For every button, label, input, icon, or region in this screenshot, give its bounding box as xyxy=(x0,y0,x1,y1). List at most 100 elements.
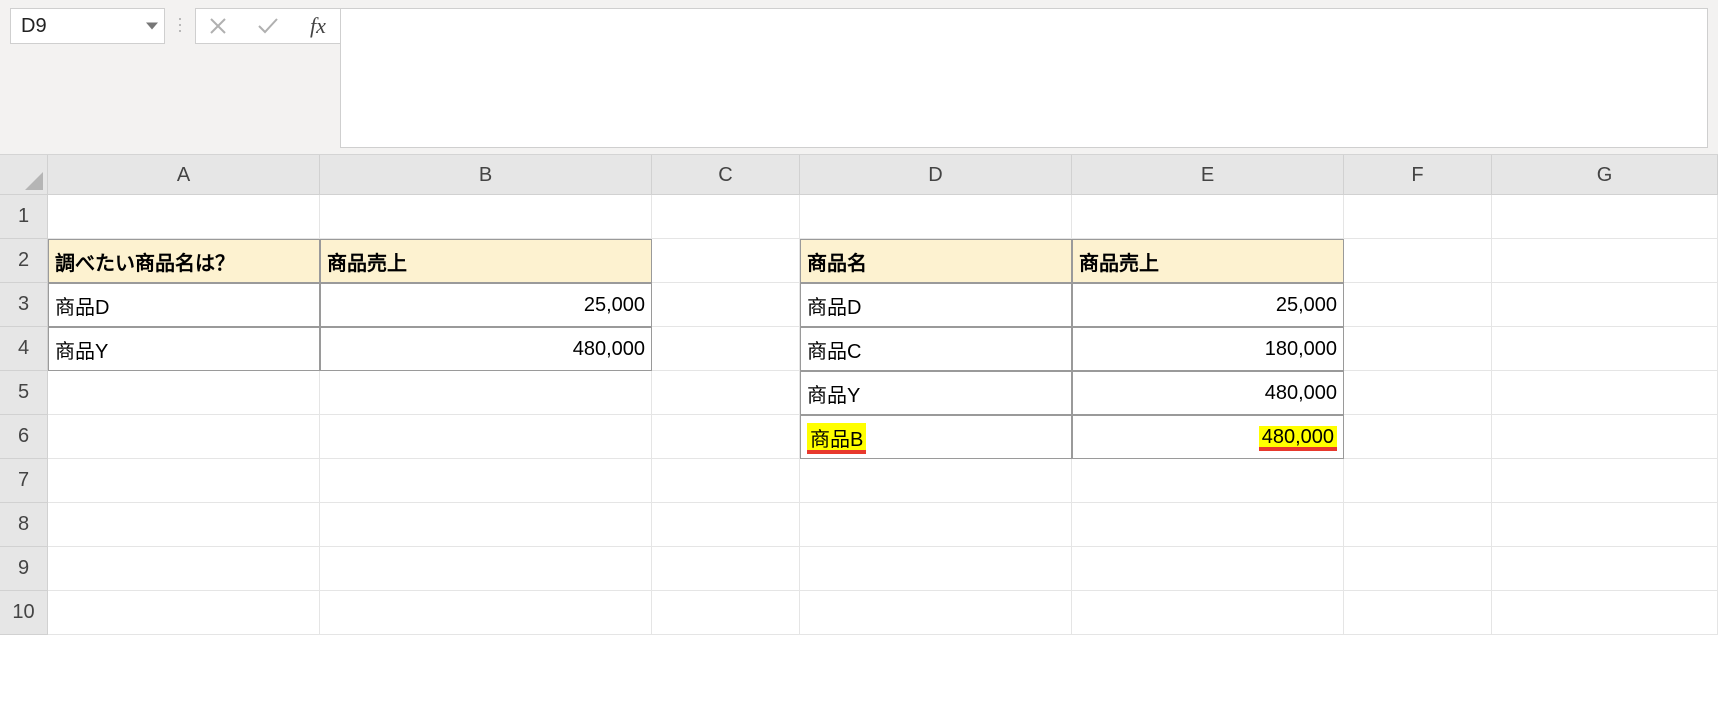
cell-c5[interactable] xyxy=(652,371,800,415)
cell-c6[interactable] xyxy=(652,415,800,459)
row-header-6[interactable]: 6 xyxy=(0,415,48,459)
cell-d5[interactable]: 商品Y xyxy=(800,371,1072,415)
cell-b1[interactable] xyxy=(320,195,652,239)
cell-f3[interactable] xyxy=(1344,283,1492,327)
cell-g4[interactable] xyxy=(1492,327,1718,371)
cell-g1[interactable] xyxy=(1492,195,1718,239)
cell-e8[interactable] xyxy=(1072,503,1344,547)
row-header-4[interactable]: 4 xyxy=(0,327,48,371)
cell-d6[interactable]: 商品B xyxy=(800,415,1072,459)
right-row2-sales: 480,000 xyxy=(1265,382,1337,405)
cell-e1[interactable] xyxy=(1072,195,1344,239)
cell-f8[interactable] xyxy=(1344,503,1492,547)
cell-d4[interactable]: 商品C xyxy=(800,327,1072,371)
cell-c4[interactable] xyxy=(652,327,800,371)
cell-e7[interactable] xyxy=(1072,459,1344,503)
cell-b2[interactable]: 商品売上 xyxy=(320,239,652,283)
cell-f7[interactable] xyxy=(1344,459,1492,503)
cancel-formula-button[interactable] xyxy=(204,12,232,40)
insert-function-button[interactable]: fx xyxy=(304,12,332,40)
cell-f10[interactable] xyxy=(1344,591,1492,635)
cell-g7[interactable] xyxy=(1492,459,1718,503)
cell-e9[interactable] xyxy=(1072,547,1344,591)
row-header-3[interactable]: 3 xyxy=(0,283,48,327)
column-header-b[interactable]: B xyxy=(320,155,652,195)
cell-a10[interactable] xyxy=(48,591,320,635)
column-header-d[interactable]: D xyxy=(800,155,1072,195)
cell-e3[interactable]: 25,000 xyxy=(1072,283,1344,327)
row-header-8[interactable]: 8 xyxy=(0,503,48,547)
cell-a3[interactable]: 商品D xyxy=(48,283,320,327)
cell-g9[interactable] xyxy=(1492,547,1718,591)
row-header-1[interactable]: 1 xyxy=(0,195,48,239)
cell-f4[interactable] xyxy=(1344,327,1492,371)
cell-a8[interactable] xyxy=(48,503,320,547)
cell-d10[interactable] xyxy=(800,591,1072,635)
cell-g2[interactable] xyxy=(1492,239,1718,283)
cell-b9[interactable] xyxy=(320,547,652,591)
cell-b6[interactable] xyxy=(320,415,652,459)
column-header-g[interactable]: G xyxy=(1492,155,1718,195)
cell-b4[interactable]: 480,000 xyxy=(320,327,652,371)
cell-e6[interactable]: 480,000 xyxy=(1072,415,1344,459)
row-header-9[interactable]: 9 xyxy=(0,547,48,591)
cell-a5[interactable] xyxy=(48,371,320,415)
cell-d1[interactable] xyxy=(800,195,1072,239)
cell-d3[interactable]: 商品D xyxy=(800,283,1072,327)
cell-g8[interactable] xyxy=(1492,503,1718,547)
left-row0-sales: 25,000 xyxy=(584,294,645,317)
cell-a6[interactable] xyxy=(48,415,320,459)
cell-a1[interactable] xyxy=(48,195,320,239)
cell-a9[interactable] xyxy=(48,547,320,591)
chevron-down-icon[interactable] xyxy=(146,23,158,30)
select-all-button[interactable] xyxy=(0,155,48,195)
cell-d2[interactable]: 商品名 xyxy=(800,239,1072,283)
row-header-5[interactable]: 5 xyxy=(0,371,48,415)
column-header-c[interactable]: C xyxy=(652,155,800,195)
cell-a2[interactable]: 調べたい商品名は？ xyxy=(48,239,320,283)
cell-f5[interactable] xyxy=(1344,371,1492,415)
cell-c3[interactable] xyxy=(652,283,800,327)
cell-f1[interactable] xyxy=(1344,195,1492,239)
cell-c7[interactable] xyxy=(652,459,800,503)
name-box[interactable]: D9 xyxy=(10,8,165,44)
cell-b10[interactable] xyxy=(320,591,652,635)
cell-c9[interactable] xyxy=(652,547,800,591)
cell-e10[interactable] xyxy=(1072,591,1344,635)
cell-e2[interactable]: 商品売上 xyxy=(1072,239,1344,283)
cell-g5[interactable] xyxy=(1492,371,1718,415)
cell-d9[interactable] xyxy=(800,547,1072,591)
fx-label: fx xyxy=(310,13,326,39)
cell-e4[interactable]: 180,000 xyxy=(1072,327,1344,371)
row-header-10[interactable]: 10 xyxy=(0,591,48,635)
cell-c8[interactable] xyxy=(652,503,800,547)
formula-input[interactable] xyxy=(340,8,1708,148)
cell-a4[interactable]: 商品Y xyxy=(48,327,320,371)
cell-g6[interactable] xyxy=(1492,415,1718,459)
right-row1-sales: 180,000 xyxy=(1265,338,1337,361)
cell-g10[interactable] xyxy=(1492,591,1718,635)
cell-b7[interactable] xyxy=(320,459,652,503)
cell-d7[interactable] xyxy=(800,459,1072,503)
cell-f6[interactable] xyxy=(1344,415,1492,459)
row-header-7[interactable]: 7 xyxy=(0,459,48,503)
confirm-formula-button[interactable] xyxy=(254,12,282,40)
cell-f9[interactable] xyxy=(1344,547,1492,591)
cell-b3[interactable]: 25,000 xyxy=(320,283,652,327)
cell-c10[interactable] xyxy=(652,591,800,635)
cell-d8[interactable] xyxy=(800,503,1072,547)
cell-a7[interactable] xyxy=(48,459,320,503)
cell-f2[interactable] xyxy=(1344,239,1492,283)
column-header-e[interactable]: E xyxy=(1072,155,1344,195)
column-header-a[interactable]: A xyxy=(48,155,320,195)
cell-b8[interactable] xyxy=(320,503,652,547)
cell-c2[interactable] xyxy=(652,239,800,283)
cell-e5[interactable]: 480,000 xyxy=(1072,371,1344,415)
row-header-2[interactable]: 2 xyxy=(0,239,48,283)
cell-g3[interactable] xyxy=(1492,283,1718,327)
column-header-f[interactable]: F xyxy=(1344,155,1492,195)
cell-b5[interactable] xyxy=(320,371,652,415)
left-header-a: 調べたい商品名は？ xyxy=(55,247,235,276)
cell-c1[interactable] xyxy=(652,195,800,239)
right-header-e: 商品売上 xyxy=(1079,247,1159,276)
